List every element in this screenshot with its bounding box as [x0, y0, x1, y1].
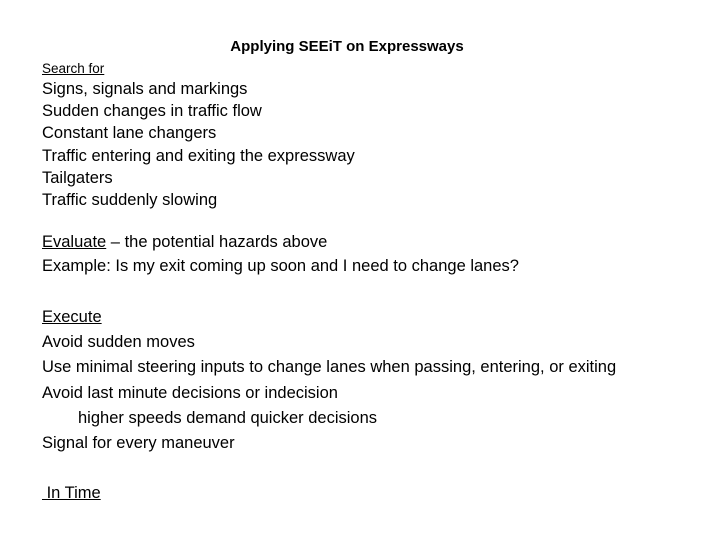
list-sub-item: higher speeds demand quicker decisions — [78, 408, 378, 427]
list-item: Avoid sudden moves — [42, 333, 195, 352]
list-item: Avoid last minute decisions or indecisio… — [42, 383, 338, 402]
execute-section: Execute Avoid sudden moves Use minimal s… — [42, 305, 616, 507]
list-item: Tailgaters — [42, 168, 113, 187]
evaluate-example: Example: Is my exit coming up soon and I… — [42, 257, 519, 275]
list-item: Signal for every maneuver — [42, 434, 235, 453]
page-title: Applying SEEiT on Expressways — [0, 38, 720, 55]
list-item: Traffic entering and exiting the express… — [42, 146, 355, 165]
list-item: Constant lane changers — [42, 124, 217, 143]
list-item: Use minimal steering inputs to change la… — [42, 358, 617, 377]
execute-heading: Execute — [42, 308, 102, 326]
in-time-heading: In Time — [42, 484, 101, 503]
list-item: Sudden changes in traffic flow — [42, 102, 262, 121]
title-text: Applying SEEiT on Expressways — [230, 38, 464, 55]
list-item: Traffic suddenly slowing — [42, 191, 218, 210]
evaluate-heading: Evaluate — [42, 233, 107, 251]
evaluate-description: – the potential hazards above — [106, 233, 328, 251]
list-item: Signs, signals and markings — [42, 80, 248, 98]
search-list: Signs, signals and markings Sudden chang… — [42, 78, 355, 211]
evaluate-section: Evaluate – the potential hazards above E… — [42, 230, 519, 278]
search-heading: Search for — [42, 61, 105, 76]
